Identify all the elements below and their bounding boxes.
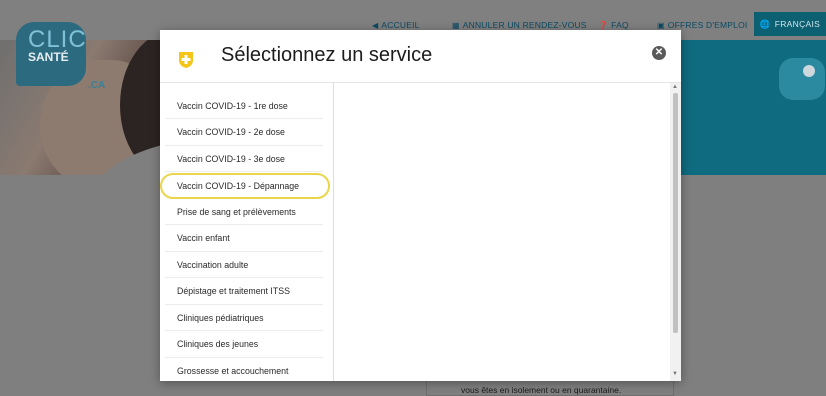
close-icon[interactable]: ✕	[652, 46, 666, 60]
service-item[interactable]: Grossesse et accouchement	[165, 358, 323, 381]
nav-home[interactable]: ◀ ACCUEIL	[372, 20, 420, 30]
calendar-icon: ▦	[452, 20, 460, 30]
home-icon: ◀	[372, 20, 379, 30]
modal-header: Sélectionnez un service ✕	[160, 30, 681, 83]
nav-home-label: ACCUEIL	[381, 20, 420, 30]
nav-faq-label: FAQ	[611, 20, 629, 30]
language-button[interactable]: 🌐 FRANÇAIS	[754, 12, 826, 36]
scrollbar-thumb[interactable]	[673, 93, 678, 333]
nav-cancel-label: ANNULER UN RENDEZ-VOUS	[462, 20, 587, 30]
briefcase-icon: ▣	[657, 20, 665, 30]
scroll-up-icon[interactable]: ▲	[672, 84, 678, 90]
question-icon: ❓	[598, 20, 609, 30]
service-item[interactable]: Vaccination adulte	[165, 252, 323, 278]
service-item[interactable]: Vaccin COVID-19 - Dépannage	[160, 172, 330, 199]
service-item[interactable]: Cliniques des jeunes	[165, 332, 323, 358]
service-item[interactable]: Cliniques pédiatriques	[165, 305, 323, 331]
nav-faq[interactable]: ❓ FAQ	[598, 20, 629, 30]
site-logo[interactable]: CLIC SANTÉ .CA	[10, 22, 138, 100]
service-list: Vaccin COVID-19 - 1re dose Vaccin COVID-1…	[160, 83, 334, 381]
logo-text-ca: .CA	[88, 80, 106, 91]
hero-decoration	[681, 40, 826, 175]
scroll-down-icon[interactable]: ▼	[672, 371, 678, 377]
medical-cross-icon	[179, 52, 193, 68]
scrollbar[interactable]: ▲ ▼	[670, 83, 681, 381]
service-detail-pane	[334, 83, 670, 381]
service-item[interactable]: Dépistage et traitement ITSS	[165, 279, 323, 305]
modal-title: Sélectionnez un service	[221, 44, 433, 66]
service-item[interactable]: Prise de sang et prélèvements	[165, 199, 323, 225]
service-item[interactable]: Vaccin COVID-19 - 2e dose	[165, 120, 323, 146]
service-item[interactable]: Vaccin COVID-19 - 1re dose	[165, 93, 323, 119]
logo-text-sante: SANTÉ	[28, 50, 69, 64]
service-item[interactable]: Vaccin enfant	[165, 226, 323, 252]
nav-jobs[interactable]: ▣ OFFRES D'EMPLOI	[657, 20, 747, 30]
nav-cancel-appointment[interactable]: ▦ ANNULER UN RENDEZ-VOUS	[452, 20, 587, 30]
language-label: FRANÇAIS	[774, 19, 821, 29]
nav-jobs-label: OFFRES D'EMPLOI	[667, 20, 748, 30]
service-modal: Sélectionnez un service ✕ Vaccin COVID-1…	[160, 30, 681, 381]
globe-icon: 🌐	[759, 18, 771, 29]
service-item[interactable]: Vaccin COVID-19 - 3e dose	[165, 146, 323, 172]
